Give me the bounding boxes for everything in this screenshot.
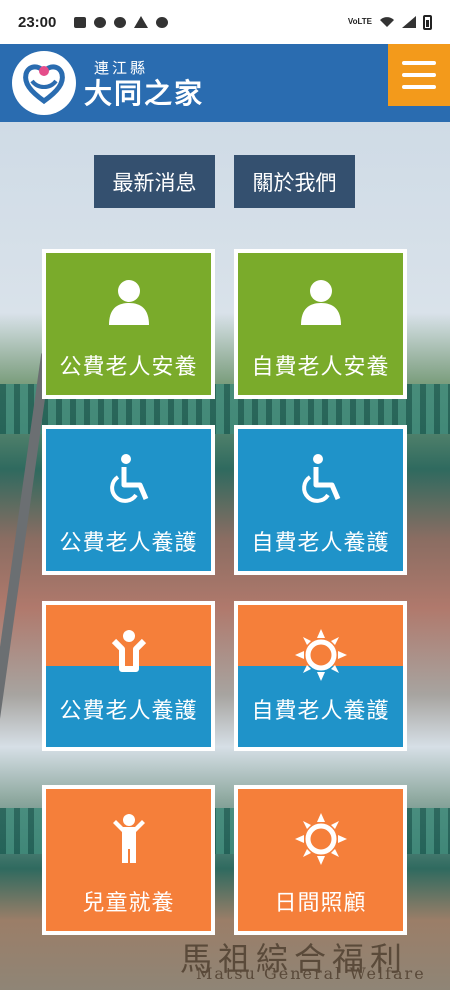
wifi-icon (380, 17, 394, 27)
logo-county: 連江縣 (94, 58, 149, 77)
tile-label: 兒童就養 (82, 891, 175, 916)
tile-self-paid-elderly-nursing[interactable]: 自費老人養護 (234, 425, 407, 575)
menu-bar-2 (402, 73, 436, 77)
tile-public-elderly-nursing-transition[interactable]: 公費老人養護 (42, 601, 215, 751)
person-icon (299, 275, 343, 331)
warning-icon (134, 16, 149, 28)
tile-label: 自費老人養護 (251, 531, 390, 556)
wheelchair-icon (296, 451, 346, 507)
tile-label: 自費老人安養 (251, 355, 390, 380)
sun-wheelchair-overlap-icon (294, 627, 347, 683)
status-time: 23:00 (18, 13, 57, 31)
site-logo[interactable]: 連江縣 大同之家 (0, 51, 204, 115)
latest-news-button[interactable]: 最新消息 (94, 155, 215, 208)
signal-icon (402, 16, 416, 28)
sun-icon (294, 811, 347, 867)
bg-sign-english: Matsu General Welfare (196, 964, 426, 983)
notification-icons (74, 16, 169, 28)
site-header: 連江縣 大同之家 (0, 44, 450, 122)
person-icon (107, 275, 151, 331)
tile-label: 日間照顧 (274, 891, 367, 916)
tile-label: 公費老人養護 (59, 699, 198, 724)
logo-site-name: 大同之家 (84, 76, 205, 110)
child-wheelchair-overlap-icon (104, 627, 154, 683)
status-bar: 23:00 VoLTE (0, 0, 450, 44)
child-icon (109, 811, 149, 867)
tiktok-icon (156, 16, 169, 28)
tile-label: 公費老人養護 (59, 531, 198, 556)
tile-day-care[interactable]: 日間照顧 (234, 785, 407, 935)
tile-child-care[interactable]: 兒童就養 (42, 785, 215, 935)
system-icons: VoLTE (347, 14, 432, 30)
tile-public-elderly-nursing[interactable]: 公費老人養護 (42, 425, 215, 575)
logo-heart-icon (12, 51, 76, 115)
wheelchair-icon (104, 451, 154, 507)
menu-bar-3 (402, 85, 436, 89)
menu-bar-1 (402, 61, 436, 65)
line-icon (114, 16, 127, 28)
tile-self-paid-elderly-care[interactable]: 自費老人安養 (234, 249, 407, 399)
volte-indicator: VoLTE (347, 17, 372, 26)
tile-label: 自費老人養護 (251, 699, 390, 724)
messenger-icon (94, 16, 107, 28)
battery-icon (423, 14, 432, 30)
tile-self-paid-elderly-nursing-transition[interactable]: 自費老人養護 (234, 601, 407, 751)
about-us-button[interactable]: 關於我們 (234, 155, 355, 208)
hamburger-menu-button[interactable] (388, 44, 450, 106)
tile-label: 公費老人安養 (59, 355, 198, 380)
tile-public-elderly-care[interactable]: 公費老人安養 (42, 249, 215, 399)
message-icon (74, 16, 87, 28)
